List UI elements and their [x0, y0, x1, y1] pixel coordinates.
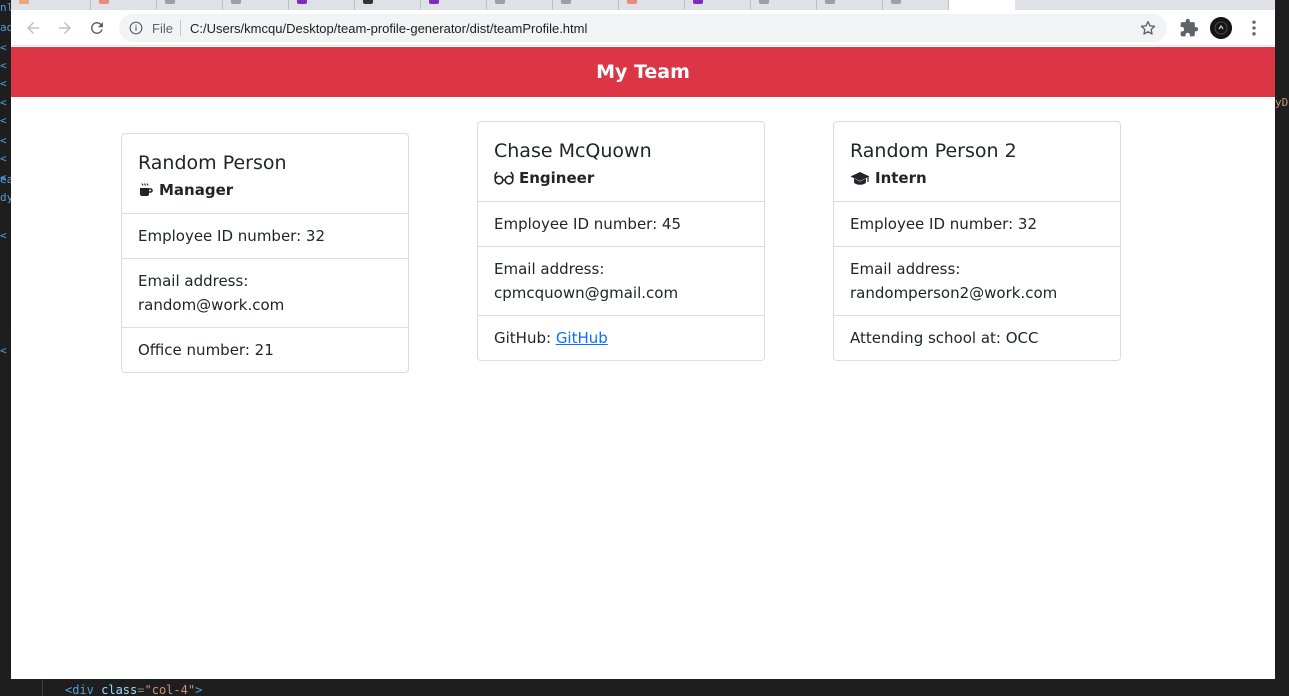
tab-favicon: [99, 0, 109, 4]
github-link[interactable]: GitHub: [556, 329, 608, 347]
indent-guide: [42, 679, 43, 696]
browser-tab[interactable]: [91, 0, 157, 10]
browser-tab[interactable]: [751, 0, 817, 10]
list-item: Email address: random@work.com: [122, 259, 408, 328]
browser-tab[interactable]: [157, 0, 223, 10]
editor-code-line: <div class="col-4">: [65, 683, 203, 696]
employee-role: Engineer: [494, 169, 748, 187]
tab-favicon: [429, 0, 439, 4]
back-button[interactable]: [21, 16, 45, 40]
editor-right-strip: yD: [1275, 0, 1289, 696]
editor-fragment: nl: [0, 1, 11, 14]
editor-fragment: <: [0, 77, 7, 90]
more-vert-icon[interactable]: [1244, 18, 1264, 38]
tab-favicon: [363, 0, 373, 4]
browser-tab[interactable]: [619, 0, 685, 10]
editor-bottom-strip: <div class="col-4">: [0, 679, 1289, 696]
list-item: Office number: 21: [138, 341, 274, 359]
tab-favicon: [561, 0, 571, 4]
list-item: Employee ID number: 32: [122, 214, 408, 259]
tab-favicon: [19, 0, 29, 4]
github-prefix: GitHub:: [494, 329, 556, 347]
browser-tab[interactable]: [355, 0, 421, 10]
list-item: Email address: randomperson2@work.com: [834, 247, 1120, 316]
employee-name: Random Person 2: [850, 140, 1017, 162]
browser-tab[interactable]: [685, 0, 751, 10]
url-text[interactable]: C:/Users/kmcqu/Desktop/team-profile-gene…: [190, 21, 587, 36]
role-label: Manager: [159, 181, 234, 199]
editor-fragment: <: [0, 344, 7, 357]
tab-favicon: [759, 0, 769, 4]
arrow-left-icon: [27, 22, 39, 34]
editor-fragment: <: [0, 59, 7, 72]
profile-avatar[interactable]: [1210, 17, 1232, 39]
card-header: Random Person Manager: [122, 134, 408, 214]
reload-button[interactable]: [85, 16, 109, 40]
tab-favicon: [495, 0, 505, 4]
editor-fragment: ea: [0, 173, 11, 186]
editor-fragment: <: [0, 229, 7, 242]
browser-tab[interactable]: [11, 0, 91, 10]
bookmark-star-icon[interactable]: [1139, 19, 1157, 37]
browser-tab[interactable]: [223, 0, 289, 10]
forward-button[interactable]: [53, 16, 77, 40]
page-viewport: My Team Random Person Manager Employee I…: [11, 47, 1275, 679]
tab-favicon: [825, 0, 835, 4]
list-item: Employee ID number: 32: [834, 202, 1120, 247]
editor-fragment: <: [0, 41, 7, 54]
extensions-puzzle-icon[interactable]: [1179, 18, 1199, 38]
browser-tab[interactable]: [817, 0, 883, 10]
tab-favicon: [231, 0, 241, 4]
reload-icon: [90, 21, 103, 34]
editor-fragment: yD: [1275, 96, 1289, 109]
tab-favicon: [693, 0, 703, 4]
editor-fragment: <: [0, 134, 7, 147]
browser-tab[interactable]: [289, 0, 355, 10]
address-bar[interactable]: File C:/Users/kmcqu/Desktop/team-profile…: [119, 14, 1167, 42]
card-header: Random Person 2 Intern: [834, 122, 1120, 202]
role-label: Engineer: [519, 169, 595, 187]
role-label: Intern: [875, 169, 927, 187]
list-item: Employee ID number: 45: [478, 202, 764, 247]
employee-card-manager: Random Person Manager Employee ID number…: [121, 133, 409, 373]
glasses-icon: [494, 171, 514, 185]
browser-tab-active[interactable]: [949, 0, 1015, 10]
list-item-github: GitHub: GitHub: [478, 316, 764, 360]
employee-role: Intern: [850, 169, 1104, 187]
info-icon[interactable]: [129, 21, 143, 35]
tab-favicon: [165, 0, 175, 4]
list-item: Attending school at: OCC: [850, 329, 1039, 347]
browser-tab[interactable]: [487, 0, 553, 10]
graduation-cap-icon: [850, 172, 870, 185]
browser-tab[interactable]: [421, 0, 487, 10]
editor-fragment: <: [0, 114, 7, 127]
tab-favicon: [297, 0, 307, 4]
employee-card-intern: Random Person 2 Intern Employee ID numbe…: [833, 121, 1121, 361]
browser-toolbar: File C:/Users/kmcqu/Desktop/team-profile…: [11, 10, 1275, 46]
editor-fragment: <: [0, 152, 7, 165]
employee-role: Manager: [138, 181, 392, 199]
browser-window: File C:/Users/kmcqu/Desktop/team-profile…: [11, 0, 1275, 679]
tab-strip: [11, 0, 1275, 10]
tab-favicon: [891, 0, 901, 4]
list-item: Email address: cpmcquown@gmail.com: [478, 247, 764, 316]
file-scheme-label: File: [152, 21, 173, 36]
editor-left-gutter: nl ad < < < < < < < < ea dy < <: [0, 0, 11, 696]
team-header: My Team: [11, 47, 1275, 97]
avatar-image: [1210, 17, 1232, 39]
page-title: My Team: [596, 61, 690, 83]
editor-fragment: ad: [0, 21, 11, 34]
employee-name: Random Person: [138, 152, 287, 174]
mug-icon: [140, 183, 153, 196]
employee-name: Chase McQuown: [494, 140, 652, 162]
browser-tab[interactable]: [553, 0, 619, 10]
editor-fragment: dy: [0, 191, 11, 204]
card-header: Chase McQuown Engineer: [478, 122, 764, 202]
arrow-right-icon: [59, 22, 71, 34]
address-separator: [180, 20, 181, 36]
editor-fragment: <: [0, 96, 7, 109]
browser-tab[interactable]: [883, 0, 949, 10]
employee-card-engineer: Chase McQuown Engineer Employee ID numbe…: [477, 121, 765, 361]
tab-favicon: [627, 0, 637, 4]
